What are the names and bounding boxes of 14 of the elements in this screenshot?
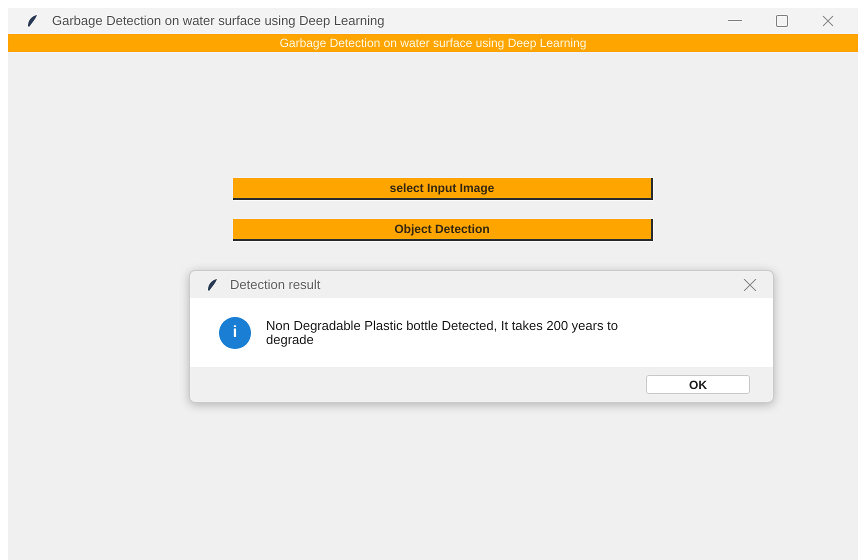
close-icon[interactable] bbox=[822, 15, 834, 27]
close-icon[interactable] bbox=[743, 278, 757, 290]
ok-button[interactable]: OK bbox=[646, 375, 750, 394]
feather-icon bbox=[206, 278, 218, 292]
maximize-icon[interactable] bbox=[776, 15, 788, 27]
feather-icon bbox=[26, 14, 38, 28]
dialog-title: Detection result bbox=[230, 276, 320, 294]
action-button[interactable]: select Input Image bbox=[233, 178, 653, 200]
minimize-icon[interactable] bbox=[728, 20, 742, 22]
action-button[interactable]: Object Detection bbox=[233, 219, 653, 241]
window-title: Garbage Detection on water surface using Deep Learning bbox=[52, 12, 384, 30]
dialog-message: Non Degradable Plastic bottle Detected, It takes 200 years to degrade bbox=[266, 318, 619, 346]
title-banner: Garbage Detection on water surface using Deep Learning bbox=[8, 34, 858, 52]
info-icon: i bbox=[219, 316, 251, 348]
